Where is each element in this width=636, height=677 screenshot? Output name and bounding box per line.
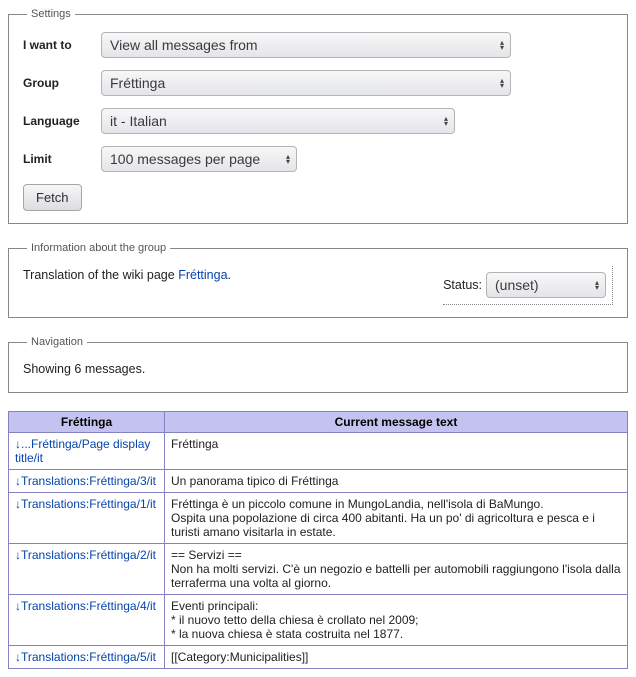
- table-cell-text: [[Category:Municipalities]]: [165, 646, 628, 669]
- nav-showing: Showing 6 messages.: [23, 360, 613, 380]
- iwantto-select[interactable]: View all messages from ▴▾: [101, 32, 511, 58]
- fetch-button[interactable]: Fetch: [23, 184, 82, 211]
- chevron-updown-icon: ▴▾: [500, 78, 504, 88]
- limit-label: Limit: [23, 152, 101, 166]
- message-link[interactable]: Translations:Fréttinga/3/it: [21, 474, 156, 488]
- status-label: Status:: [443, 278, 482, 292]
- info-text: Translation of the wiki page Fréttinga.: [23, 266, 231, 282]
- table-header-page: Fréttinga: [9, 412, 165, 433]
- navigation-fieldset: Navigation Showing 6 messages.: [8, 336, 628, 393]
- fetch-row: Fetch: [23, 184, 613, 211]
- table-cell-text: Eventi principali: * il nuovo tetto dell…: [165, 595, 628, 646]
- info-fieldset: Information about the group Translation …: [8, 242, 628, 318]
- status-select[interactable]: (unset) ▴▾: [486, 272, 606, 298]
- table-header-text: Current message text: [165, 412, 628, 433]
- language-label: Language: [23, 114, 101, 128]
- table-cell-text: Fréttinga è un piccolo comune in MungoLa…: [165, 493, 628, 544]
- message-link[interactable]: Translations:Fréttinga/1/it: [21, 497, 156, 511]
- group-label: Group: [23, 76, 101, 90]
- table-cell-link: ↓Translations:Fréttinga/2/it: [9, 544, 165, 595]
- message-link[interactable]: Translations:Fréttinga/2/it: [21, 548, 156, 562]
- group-value: Fréttinga: [110, 75, 165, 91]
- chevron-updown-icon: ▴▾: [500, 40, 504, 50]
- table-cell-text: Fréttinga: [165, 433, 628, 470]
- language-row: Language it - Italian ▴▾: [23, 108, 613, 134]
- chevron-updown-icon: ▴▾: [595, 280, 599, 290]
- limit-value: 100 messages per page: [110, 151, 260, 167]
- settings-fieldset: Settings I want to View all messages fro…: [8, 8, 628, 224]
- info-prefix: Translation of the wiki page: [23, 268, 178, 282]
- chevron-updown-icon: ▴▾: [286, 154, 290, 164]
- message-link[interactable]: Translations:Fréttinga/4/it: [21, 599, 156, 613]
- table-row: ↓Translations:Fréttinga/2/it== Servizi =…: [9, 544, 628, 595]
- message-link[interactable]: Translations:Fréttinga/5/it: [21, 650, 156, 664]
- messages-table: Fréttinga Current message text ↓...Frétt…: [8, 411, 628, 669]
- table-row: ↓Translations:Fréttinga/4/itEventi princ…: [9, 595, 628, 646]
- table-cell-link: ↓Translations:Fréttinga/1/it: [9, 493, 165, 544]
- table-cell-link: ↓Translations:Fréttinga/5/it: [9, 646, 165, 669]
- navigation-legend: Navigation: [27, 336, 87, 348]
- iwantto-label: I want to: [23, 38, 101, 52]
- table-cell-link: ↓Translations:Fréttinga/4/it: [9, 595, 165, 646]
- table-cell-link: ↓Translations:Fréttinga/3/it: [9, 470, 165, 493]
- group-select[interactable]: Fréttinga ▴▾: [101, 70, 511, 96]
- info-legend: Information about the group: [27, 242, 170, 254]
- status-value: (unset): [495, 277, 539, 293]
- group-row: Group Fréttinga ▴▾: [23, 70, 613, 96]
- message-link[interactable]: ...Fréttinga/Page display title/it: [15, 437, 150, 465]
- language-select[interactable]: it - Italian ▴▾: [101, 108, 455, 134]
- table-cell-link: ↓...Fréttinga/Page display title/it: [9, 433, 165, 470]
- language-value: it - Italian: [110, 113, 167, 129]
- settings-legend: Settings: [27, 8, 75, 20]
- chevron-updown-icon: ▴▾: [444, 116, 448, 126]
- table-row: ↓Translations:Fréttinga/5/it[[Category:M…: [9, 646, 628, 669]
- status-block: Status: (unset) ▴▾: [443, 266, 613, 305]
- info-link[interactable]: Fréttinga: [178, 268, 227, 282]
- table-row: ↓Translations:Fréttinga/3/itUn panorama …: [9, 470, 628, 493]
- table-row: ↓Translations:Fréttinga/1/itFréttinga è …: [9, 493, 628, 544]
- table-cell-text: == Servizi == Non ha molti servizi. C'è …: [165, 544, 628, 595]
- table-cell-text: Un panorama tipico di Fréttinga: [165, 470, 628, 493]
- limit-row: Limit 100 messages per page ▴▾: [23, 146, 613, 172]
- table-row: ↓...Fréttinga/Page display title/itFrétt…: [9, 433, 628, 470]
- iwantto-row: I want to View all messages from ▴▾: [23, 32, 613, 58]
- limit-select[interactable]: 100 messages per page ▴▾: [101, 146, 297, 172]
- info-suffix: .: [228, 268, 231, 282]
- iwantto-value: View all messages from: [110, 37, 258, 53]
